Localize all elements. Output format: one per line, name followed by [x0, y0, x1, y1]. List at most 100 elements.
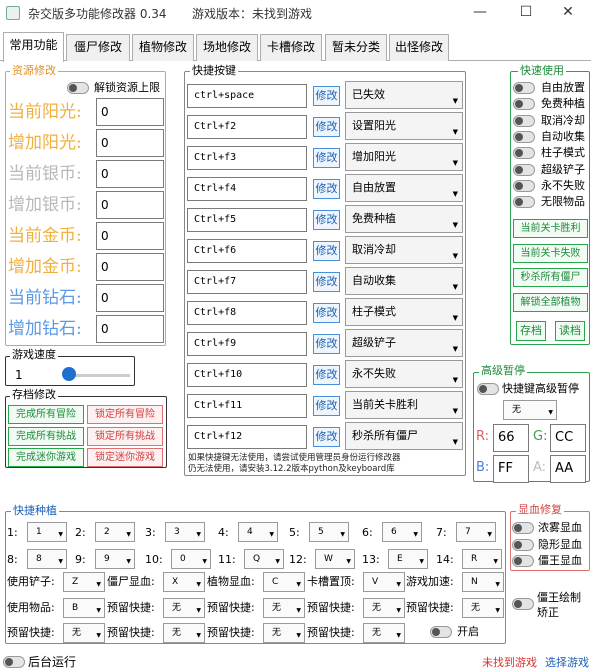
shortcut-select[interactable]: 无 ▼ — [63, 623, 105, 643]
save-state-button[interactable]: 存档 — [516, 321, 546, 341]
quick-plant-enable-toggle[interactable] — [430, 626, 452, 638]
tab-card-slot[interactable]: 卡槽修改 — [260, 34, 322, 61]
shortcut-select[interactable]: Z ▼ — [63, 572, 105, 592]
modify-hotkey-button[interactable]: 修改 — [313, 210, 340, 230]
r-input[interactable]: 66 — [493, 424, 529, 452]
quick-use-toggle[interactable] — [513, 179, 535, 192]
advanced-pause-toggle[interactable] — [477, 383, 499, 395]
resource-input[interactable]: 0 — [96, 160, 164, 188]
resource-input[interactable]: 0 — [96, 98, 164, 126]
speed-slider-track[interactable] — [68, 374, 130, 377]
modify-hotkey-button[interactable]: 修改 — [313, 179, 340, 199]
boss-draw-toggle[interactable] — [512, 598, 534, 610]
shortcut-select[interactable]: N ▼ — [462, 572, 504, 592]
tab-plant[interactable]: 植物修改 — [132, 34, 194, 61]
plant-slot-select[interactable]: 3 ▼ — [165, 522, 205, 542]
quick-use-button[interactable]: 秒杀所有僵尸 — [513, 268, 588, 287]
tab-common[interactable]: 常用功能 — [3, 32, 64, 62]
hotkey-action-select[interactable]: 永不失败 ▼ — [345, 360, 463, 388]
plant-slot-select[interactable]: 8 ▼ — [27, 549, 67, 569]
plant-slot-select[interactable]: W ▼ — [315, 549, 355, 569]
tab-unclassified[interactable]: 暂未分类 — [325, 34, 387, 61]
quick-use-button[interactable]: 解锁全部植物 — [513, 292, 588, 312]
shortcut-select[interactable]: X ▼ — [163, 572, 205, 592]
plant-slot-select[interactable]: 0 ▼ — [171, 549, 211, 569]
shortcut-select[interactable]: 无 ▼ — [363, 623, 405, 643]
plant-slot-select[interactable]: 2 ▼ — [95, 522, 135, 542]
complete-challenge-button[interactable]: 完成所有挑战 — [8, 427, 84, 446]
modify-hotkey-button[interactable]: 修改 — [313, 272, 340, 292]
hotkey-input[interactable]: Ctrl+f9 — [187, 332, 307, 356]
maximize-button[interactable]: ☐ — [503, 0, 549, 26]
lock-challenge-button[interactable]: 锁定所有挑战 — [87, 427, 163, 446]
load-state-button[interactable]: 读档 — [555, 321, 585, 341]
blood-fix-toggle[interactable] — [512, 522, 534, 534]
hotkey-action-select[interactable]: 柱子模式 ▼ — [345, 298, 463, 326]
resource-input[interactable]: 0 — [96, 191, 164, 219]
plant-slot-select[interactable]: R ▼ — [462, 549, 502, 569]
hotkey-action-select[interactable]: 自由放置 ▼ — [345, 174, 463, 202]
shortcut-select[interactable]: 无 ▼ — [263, 598, 305, 618]
minimize-button[interactable]: — — [457, 0, 503, 26]
modify-hotkey-button[interactable]: 修改 — [313, 334, 340, 354]
modify-hotkey-button[interactable]: 修改 — [313, 148, 340, 168]
quick-use-toggle[interactable] — [513, 147, 535, 160]
a-input[interactable]: AA — [550, 455, 586, 483]
blood-fix-toggle[interactable] — [512, 555, 534, 567]
plant-slot-select[interactable]: 6 ▼ — [382, 522, 422, 542]
quick-use-button[interactable]: 当前关卡失败 — [513, 243, 588, 263]
shortcut-select[interactable]: V ▼ — [363, 572, 405, 592]
lock-minigame-button[interactable]: 锁定迷你游戏 — [87, 448, 163, 467]
plant-slot-select[interactable]: Q ▼ — [244, 549, 284, 569]
shortcut-select[interactable]: 无 ▼ — [163, 598, 205, 618]
hotkey-action-select[interactable]: 当前关卡胜利 ▼ — [345, 391, 463, 419]
quick-use-button[interactable]: 当前关卡胜利 — [513, 219, 588, 238]
quick-use-toggle[interactable] — [513, 196, 535, 209]
unlock-resource-toggle[interactable] — [67, 82, 89, 94]
shortcut-select[interactable]: 无 ▼ — [462, 598, 504, 618]
hotkey-input[interactable]: Ctrl+f2 — [187, 115, 307, 139]
modify-hotkey-button[interactable]: 修改 — [313, 396, 340, 416]
hotkey-action-select[interactable]: 已失效 ▼ — [345, 81, 463, 109]
resource-input[interactable]: 0 — [96, 253, 164, 281]
quick-use-toggle[interactable] — [513, 114, 535, 127]
hotkey-input[interactable]: Ctrl+f4 — [187, 177, 307, 201]
hotkey-input[interactable]: Ctrl+f12 — [187, 425, 307, 449]
hotkey-input[interactable]: Ctrl+f10 — [187, 363, 307, 387]
plant-slot-select[interactable]: E ▼ — [388, 549, 428, 569]
shortcut-select[interactable]: 无 ▼ — [263, 623, 305, 643]
hotkey-input[interactable]: Ctrl+f7 — [187, 270, 307, 294]
plant-slot-select[interactable]: 7 ▼ — [456, 522, 496, 542]
resource-input[interactable]: 0 — [96, 129, 164, 157]
hotkey-action-select[interactable]: 取消冷却 ▼ — [345, 236, 463, 264]
tab-zombie[interactable]: 僵尸修改 — [66, 34, 130, 61]
select-game-link[interactable]: 选择游戏 — [545, 656, 589, 670]
resource-input[interactable]: 0 — [96, 222, 164, 250]
plant-slot-select[interactable]: 1 ▼ — [27, 522, 67, 542]
hotkey-input[interactable]: Ctrl+f6 — [187, 239, 307, 263]
g-input[interactable]: CC — [550, 424, 586, 452]
blood-fix-toggle[interactable] — [512, 538, 534, 551]
quick-use-toggle[interactable] — [513, 163, 535, 176]
plant-slot-select[interactable]: 5 ▼ — [309, 522, 349, 542]
hotkey-input[interactable]: Ctrl+f11 — [187, 394, 307, 418]
quick-use-toggle[interactable] — [513, 98, 535, 111]
quick-use-toggle[interactable] — [513, 82, 535, 94]
modify-hotkey-button[interactable]: 修改 — [313, 427, 340, 447]
hotkey-action-select[interactable]: 自动收集 ▼ — [345, 267, 463, 295]
complete-minigame-button[interactable]: 完成迷你游戏 — [8, 448, 84, 467]
plant-slot-select[interactable]: 9 ▼ — [95, 549, 135, 569]
complete-adventure-button[interactable]: 完成所有冒险 — [8, 405, 84, 424]
quick-use-toggle[interactable] — [513, 130, 535, 143]
advanced-pause-key-select[interactable]: 无 ▼ — [503, 400, 557, 420]
modify-hotkey-button[interactable]: 修改 — [313, 303, 340, 323]
hotkey-input[interactable]: Ctrl+f8 — [187, 301, 307, 325]
tab-field[interactable]: 场地修改 — [196, 34, 258, 61]
modify-hotkey-button[interactable]: 修改 — [313, 365, 340, 385]
modify-hotkey-button[interactable]: 修改 — [313, 117, 340, 137]
lock-adventure-button[interactable]: 锁定所有冒险 — [87, 405, 163, 424]
close-button[interactable]: ✕ — [545, 0, 591, 26]
shortcut-select[interactable]: 无 ▼ — [363, 598, 405, 618]
resource-input[interactable]: 0 — [96, 315, 164, 343]
hotkey-input[interactable]: ctrl+space — [187, 84, 307, 108]
